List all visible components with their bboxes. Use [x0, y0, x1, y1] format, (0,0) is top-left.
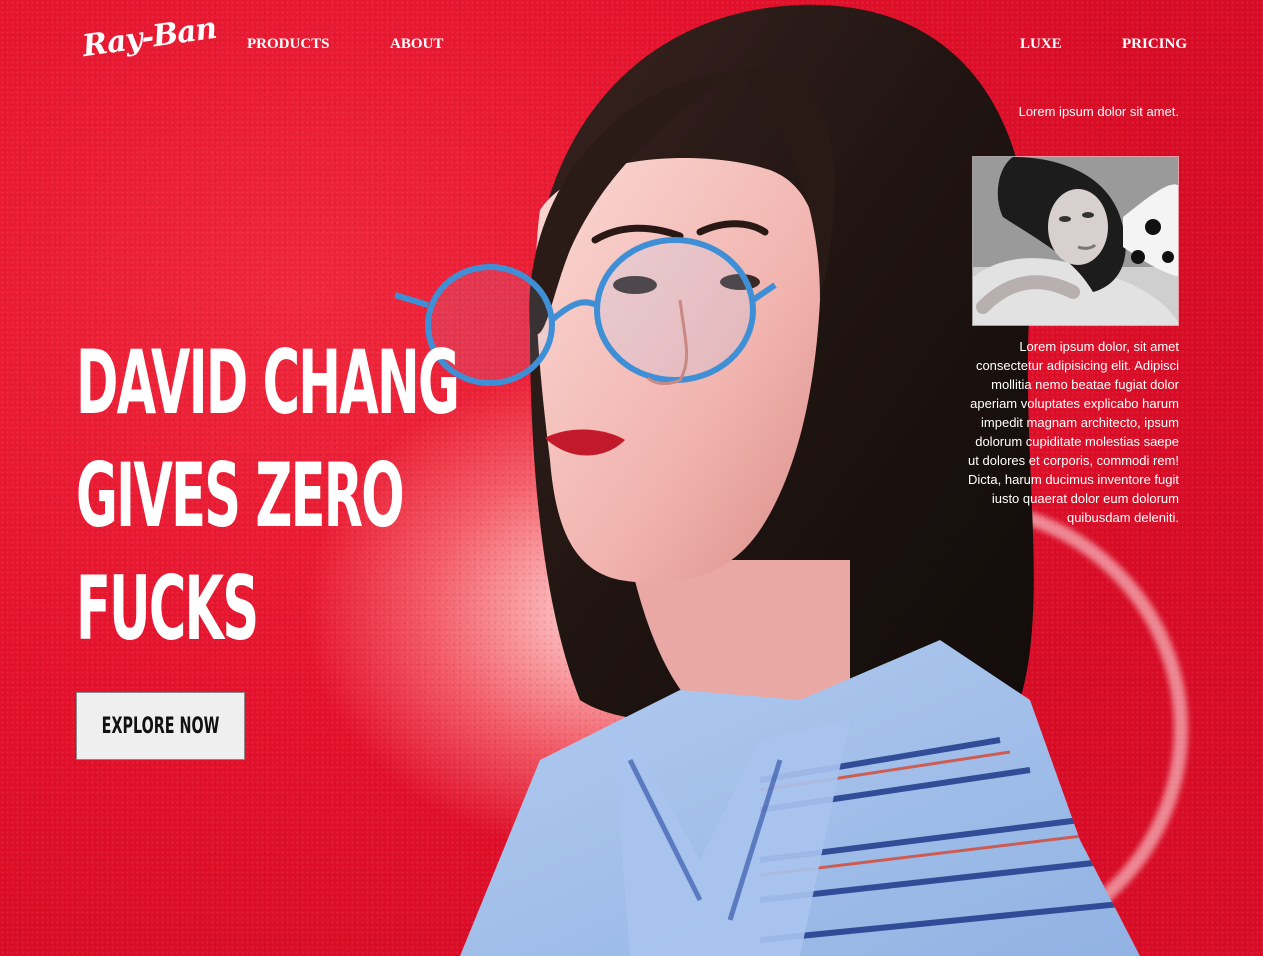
nav-link-luxe[interactable]: LUXE [1020, 36, 1062, 53]
thumbnail-image[interactable] [972, 156, 1179, 326]
hero-background: Ray-Ban PRODUCTS ABOUT LUXE PRICING DAVI… [0, 0, 1263, 956]
explore-now-label: EXPLORE NOW [101, 713, 220, 739]
aside-body-text: Lorem ipsum dolor, sit amet consectetur … [968, 339, 1179, 525]
thumbnail-photo [973, 157, 1178, 325]
hero-title-line: DAVID CHANG [76, 331, 460, 434]
hero-title-line: GIVES ZERO [76, 444, 405, 547]
aside-tagline: Lorem ipsum dolor sit amet. [1018, 104, 1179, 119]
nav-link-products[interactable]: PRODUCTS [247, 36, 330, 53]
nav-link-pricing[interactable]: PRICING [1122, 36, 1187, 53]
hero-title: DAVID CHANG GIVES ZERO FUCKS [76, 326, 460, 665]
hero-title-line: FUCKS [76, 557, 259, 660]
nav-link-about[interactable]: ABOUT [390, 36, 443, 53]
explore-now-button[interactable]: EXPLORE NOW [76, 692, 245, 760]
